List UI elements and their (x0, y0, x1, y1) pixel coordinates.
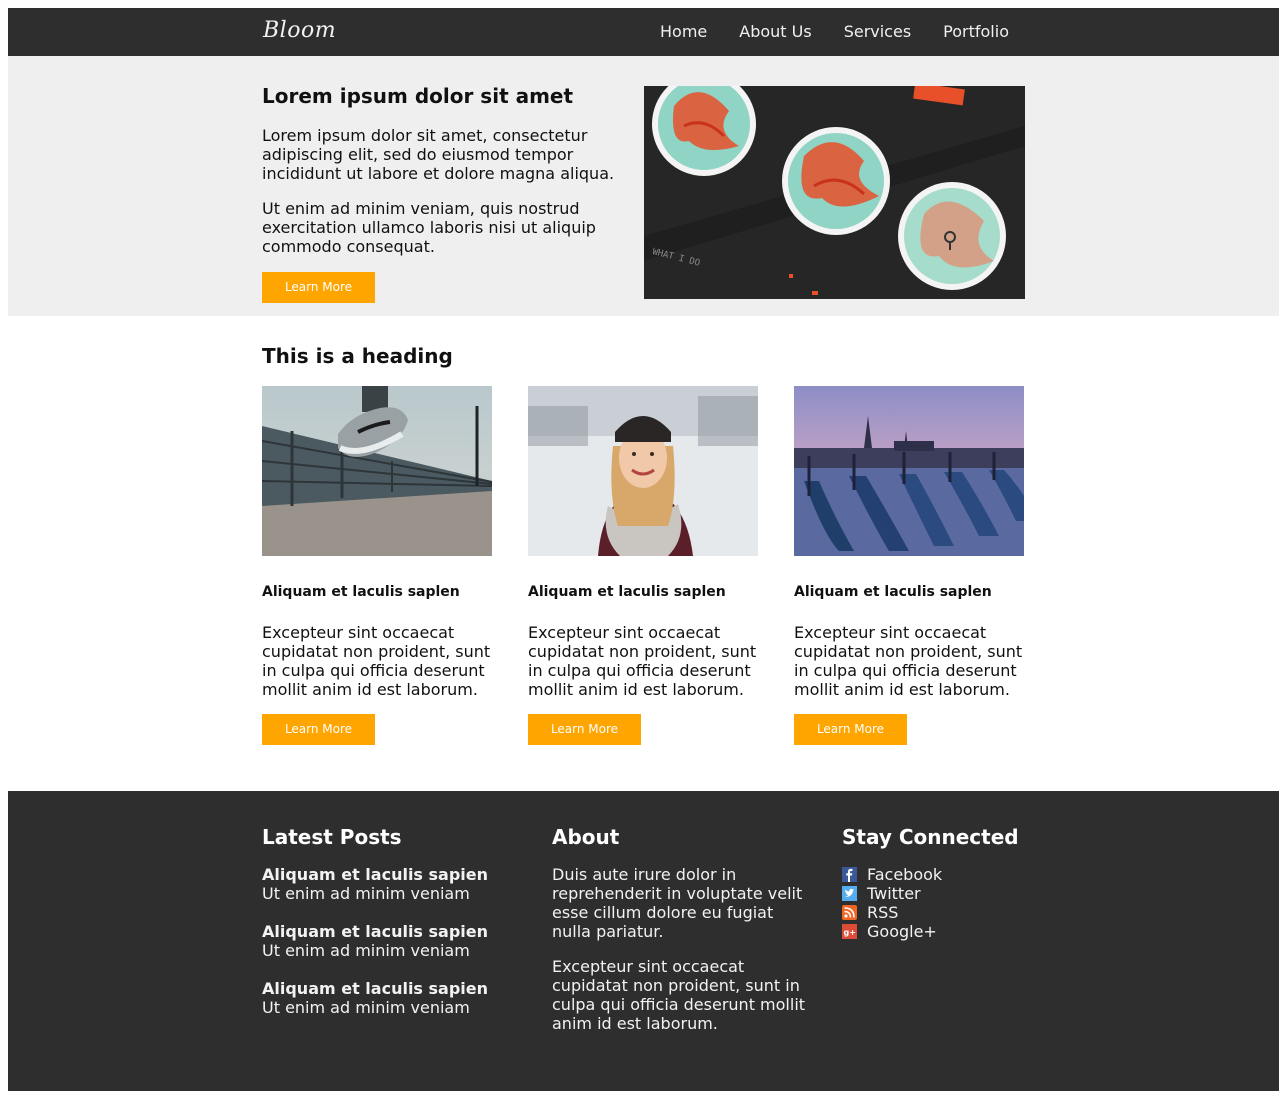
hero-image: WHAT I DO (644, 86, 1025, 299)
post-subtitle: Ut enim ad minim veniam (262, 884, 470, 903)
about-paragraph-2: Excepteur sint occaecat cupidatat non pr… (552, 957, 806, 1033)
hero-paragraph-1: Lorem ipsum dolor sit amet, consectetur … (262, 126, 615, 183)
nav-services[interactable]: Services (844, 22, 911, 42)
latest-posts-title: Latest Posts (262, 825, 402, 849)
social-link-label[interactable]: RSS (867, 903, 898, 922)
card-text: Excepteur sint occaecat cupidatat non pr… (794, 623, 1023, 699)
social-link-label[interactable]: Google+ (867, 922, 937, 941)
section-heading: This is a heading (262, 344, 453, 368)
hero-learn-more-button[interactable]: Learn More (262, 272, 375, 303)
social-links: Facebook Twitter RSS g+ Google+ (842, 865, 1102, 941)
top-navbar: Bloom Home About Us Services Portfolio (8, 8, 1279, 56)
card-image-woman (528, 386, 758, 556)
social-link-google-plus[interactable]: g+ Google+ (842, 922, 1102, 941)
social-link-label[interactable]: Facebook (867, 865, 942, 884)
rss-icon[interactable] (842, 905, 857, 920)
post-title[interactable]: Aliquam et laculis sapien (262, 865, 522, 884)
social-link-label[interactable]: Twitter (867, 884, 921, 903)
about-paragraph-1: Duis aute irure dolor in reprehenderit i… (552, 865, 803, 941)
facebook-icon[interactable] (842, 867, 857, 882)
twitter-icon[interactable] (842, 886, 857, 901)
hero-section: Lorem ipsum dolor sit amet Lorem ipsum d… (8, 56, 1279, 316)
stay-connected-column: Stay Connected Facebook Twitter RSS g+ G… (842, 825, 1102, 941)
card-title: Aliquam et laculis saplen (528, 584, 726, 600)
post-item[interactable]: Aliquam et laculis sapien Ut enim ad min… (262, 865, 522, 903)
social-link-facebook[interactable]: Facebook (842, 865, 1102, 884)
main-nav: Home About Us Services Portfolio (660, 22, 1041, 42)
card-learn-more-button[interactable]: Learn More (262, 714, 375, 745)
post-subtitle: Ut enim ad minim veniam (262, 941, 470, 960)
hero-paragraph-2: Ut enim ad minim veniam, quis nostrud ex… (262, 199, 596, 256)
card-text: Excepteur sint occaecat cupidatat non pr… (262, 623, 491, 699)
nav-about-us[interactable]: About Us (739, 22, 811, 42)
social-link-rss[interactable]: RSS (842, 903, 1102, 922)
nav-portfolio[interactable]: Portfolio (943, 22, 1009, 42)
stay-connected-title: Stay Connected (842, 825, 1019, 849)
about-column: About Duis aute irure dolor in reprehend… (552, 825, 812, 1049)
content-section: This is a heading Aliquam et laculis sap… (8, 316, 1279, 791)
post-item[interactable]: Aliquam et laculis sapien Ut enim ad min… (262, 979, 522, 1017)
card: Aliquam et laculis saplen Excepteur sint… (262, 386, 492, 756)
about-title: About (552, 825, 620, 849)
post-title[interactable]: Aliquam et laculis sapien (262, 922, 522, 941)
nav-home[interactable]: Home (660, 22, 707, 42)
post-item[interactable]: Aliquam et laculis sapien Ut enim ad min… (262, 922, 522, 960)
card-title: Aliquam et laculis saplen (262, 584, 460, 600)
latest-posts-column: Latest Posts Aliquam et laculis sapien U… (262, 825, 522, 1036)
google-plus-icon[interactable]: g+ (842, 924, 857, 939)
hero-title: Lorem ipsum dolor sit amet (262, 84, 574, 108)
post-title[interactable]: Aliquam et laculis sapien (262, 979, 522, 998)
card-title: Aliquam et laculis saplen (794, 584, 992, 600)
card-image-venice (794, 386, 1024, 556)
svg-text:g+: g+ (844, 928, 856, 937)
social-link-twitter[interactable]: Twitter (842, 884, 1102, 903)
post-subtitle: Ut enim ad minim veniam (262, 998, 470, 1017)
card: Aliquam et laculis saplen Excepteur sint… (528, 386, 758, 756)
page: Bloom Home About Us Services Portfolio L… (8, 8, 1279, 1091)
card: Aliquam et laculis saplen Excepteur sint… (794, 386, 1024, 756)
site-footer: Latest Posts Aliquam et laculis sapien U… (8, 791, 1279, 1091)
card-learn-more-button[interactable]: Learn More (794, 714, 907, 745)
site-logo[interactable]: Bloom (263, 18, 336, 43)
card-learn-more-button[interactable]: Learn More (528, 714, 641, 745)
card-text: Excepteur sint occaecat cupidatat non pr… (528, 623, 757, 699)
card-image-sneaker (262, 386, 492, 556)
